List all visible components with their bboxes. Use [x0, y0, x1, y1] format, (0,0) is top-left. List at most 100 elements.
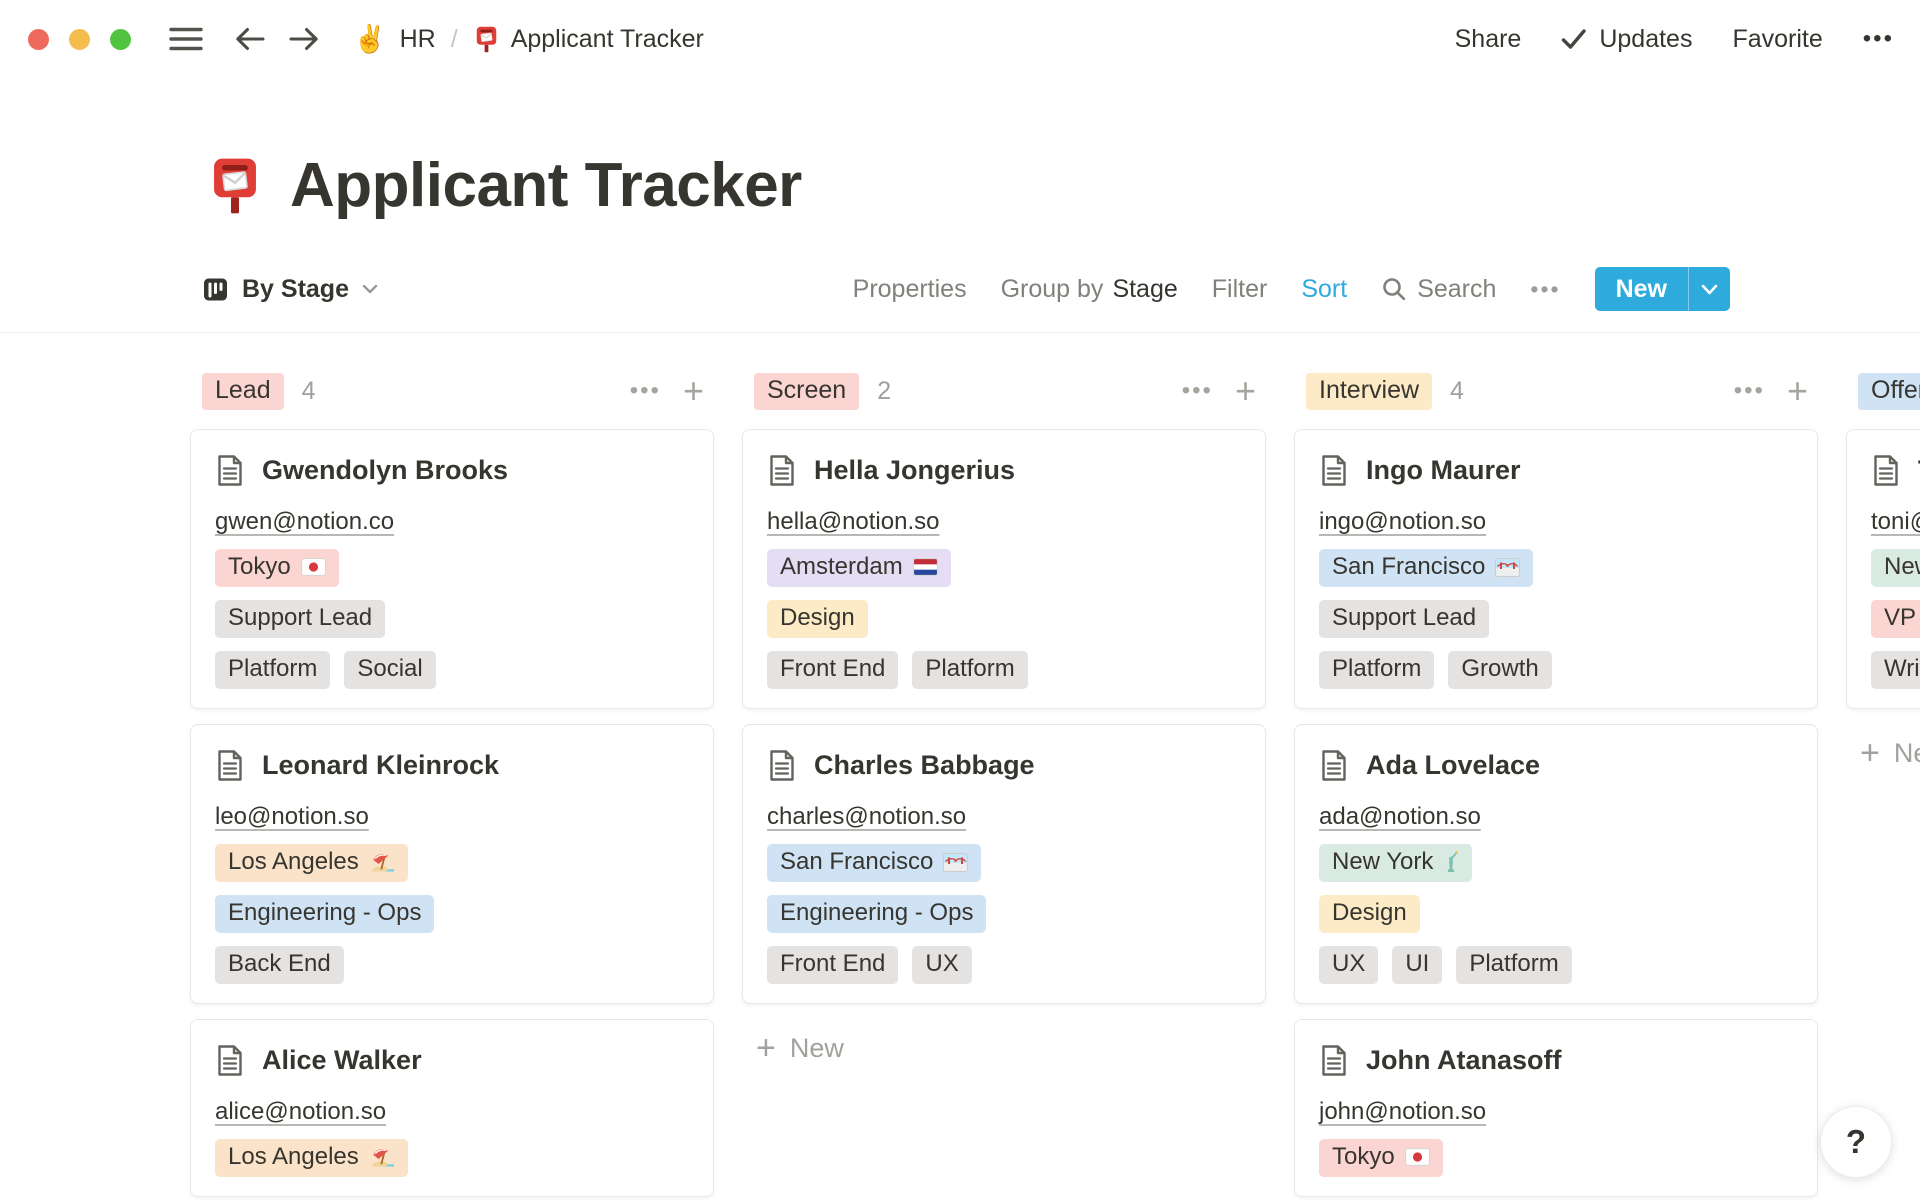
sort-button[interactable]: Sort: [1301, 275, 1347, 304]
board-view-icon: [202, 276, 229, 303]
column-name-tag[interactable]: Interview: [1306, 373, 1432, 410]
tag-platform: Platform: [1456, 946, 1571, 984]
column-count: 4: [1450, 377, 1464, 406]
tag-row: PlatformSocial: [215, 651, 689, 689]
card-title-row: Ada Lovelace: [1319, 749, 1793, 782]
topbar-more-button[interactable]: •••: [1863, 25, 1894, 53]
mailbox-icon: [473, 25, 500, 54]
updates-button[interactable]: Updates: [1561, 25, 1692, 54]
chevron-down-icon: [362, 284, 378, 294]
board-column-lead: Lead4•••+Gwendolyn Brooksgwen@notion.coT…: [190, 373, 714, 1197]
tag-row: New: [1871, 549, 1920, 587]
page-title-row: Applicant Tracker: [206, 150, 1920, 221]
card[interactable]: Ada Lovelaceada@notion.soNew YorkDesignU…: [1294, 724, 1818, 1004]
column-name-tag[interactable]: Lead: [202, 373, 284, 410]
tag-row: Support Lead: [215, 600, 689, 638]
breadcrumb-workspace[interactable]: HR: [400, 25, 436, 54]
tag-front-end: Front End: [767, 651, 898, 689]
page-icon-mailbox[interactable]: [206, 155, 264, 217]
tag-platform: Platform: [912, 651, 1027, 689]
tag-engineering-ops: Engineering - Ops: [767, 895, 986, 933]
card[interactable]: Hella Jongeriushella@notion.soAmsterdamD…: [742, 429, 1266, 709]
column-name-tag[interactable]: Screen: [754, 373, 859, 410]
share-button[interactable]: Share: [1455, 25, 1522, 54]
group-by-value: Stage: [1112, 275, 1177, 304]
tag-new-york: New York: [1319, 844, 1472, 882]
filter-button[interactable]: Filter: [1212, 275, 1268, 304]
column-more-button[interactable]: •••: [1182, 377, 1213, 405]
tag-growth: Growth: [1448, 651, 1551, 689]
beach-umbrella-icon: [369, 1147, 395, 1168]
card-title-row: Hella Jongerius: [767, 454, 1241, 487]
column-add-button[interactable]: +: [683, 373, 704, 409]
board-column-interview: Interview 4 ••• + Ingo Maureringo@notion.soS…: [1294, 373, 1818, 1197]
tag-los-angeles: Los Angeles: [215, 1139, 408, 1177]
page-title[interactable]: Applicant Tracker: [290, 150, 802, 221]
column-add-button[interactable]: +: [1787, 373, 1808, 409]
toolbar-divider: [0, 332, 1920, 333]
new-dropdown-button[interactable]: [1688, 267, 1730, 311]
tag-support-lead: Support Lead: [1319, 600, 1489, 638]
back-arrow-icon[interactable]: [233, 24, 267, 54]
help-button[interactable]: ?: [1820, 1106, 1892, 1178]
properties-button[interactable]: Properties: [853, 275, 967, 304]
statue-of-liberty-icon: [1443, 851, 1459, 873]
breadcrumb: ✌️ HR / Applicant Tracker: [353, 23, 704, 55]
card[interactable]: Gwendolyn Brooksgwen@notion.coTokyoSuppo…: [190, 429, 714, 709]
tag-amsterdam: Amsterdam: [767, 549, 951, 587]
breadcrumb-page[interactable]: Applicant Tracker: [473, 25, 704, 54]
add-card-button[interactable]: +New: [742, 1031, 1266, 1065]
window-zoom-button[interactable]: [110, 29, 131, 50]
breadcrumb-page-title: Applicant Tracker: [511, 25, 704, 54]
window-close-button[interactable]: [28, 29, 49, 50]
tag-vp: VP: [1871, 600, 1920, 638]
window-minimize-button[interactable]: [69, 29, 90, 50]
tag-row: San Francisco: [1319, 549, 1793, 587]
page-icon: [767, 454, 797, 487]
new-button[interactable]: New: [1595, 267, 1730, 311]
column-more-button[interactable]: •••: [630, 377, 661, 405]
card[interactable]: Leonard Kleinrockleo@notion.soLos Angele…: [190, 724, 714, 1004]
tag-platform: Platform: [215, 651, 330, 689]
sidebar-menu-icon[interactable]: [169, 26, 203, 52]
favorite-button[interactable]: Favorite: [1732, 25, 1822, 54]
add-card-button[interactable]: +New: [1846, 736, 1920, 770]
workspace-emoji-icon: ✌️: [353, 23, 387, 55]
card-title-row: Alice Walker: [215, 1044, 689, 1077]
column-add-button[interactable]: +: [1235, 373, 1256, 409]
tag-design: Design: [767, 600, 868, 638]
card-email: john@notion.so: [1319, 1098, 1486, 1126]
tag-row: Front End Platform: [767, 651, 1241, 689]
tag-ux: UX: [912, 946, 971, 984]
card-title-row: Leonard Kleinrock: [215, 749, 689, 782]
column-name-tag[interactable]: Offer: [1858, 373, 1920, 410]
japan-flag-icon: [1405, 1148, 1430, 1166]
column-more-button[interactable]: •••: [1734, 377, 1765, 405]
card-title-row: John Atanasoff: [1319, 1044, 1793, 1077]
card[interactable]: John Atanasoff john@notion.so Tokyo: [1294, 1019, 1818, 1197]
plus-icon: +: [1860, 736, 1880, 770]
forward-arrow-icon[interactable]: [287, 24, 321, 54]
column-header: Offer•••+: [1846, 373, 1920, 409]
fog-bridge-icon: [943, 853, 968, 872]
tag-row: Los Angeles: [215, 1139, 689, 1177]
tag-row: Back End: [215, 946, 689, 984]
toolbar-more-button[interactable]: •••: [1530, 276, 1560, 303]
tag-tokyo: Tokyo: [1319, 1139, 1443, 1177]
tag-san-francisco: San Francisco: [767, 844, 981, 882]
card-name: Hella Jongerius: [814, 455, 1015, 486]
card-email: ada@notion.so: [1319, 803, 1481, 831]
card[interactable]: Alice Walkeralice@notion.soLos Angeles: [190, 1019, 714, 1197]
tag-row: Front EndUX: [767, 946, 1241, 984]
card-email: toni@: [1871, 508, 1920, 536]
tag-row: UXUIPlatform: [1319, 946, 1793, 984]
card[interactable]: Ingo Maureringo@notion.soSan FranciscoSu…: [1294, 429, 1818, 709]
card-name: Ingo Maurer: [1366, 455, 1521, 486]
card[interactable]: Charles Babbagecharles@notion.soSan Fran…: [742, 724, 1266, 1004]
group-by-button[interactable]: Group by Stage: [1001, 275, 1178, 304]
card-name: Gwendolyn Brooks: [262, 455, 508, 486]
search-button[interactable]: Search: [1381, 275, 1496, 304]
view-switcher[interactable]: By Stage: [202, 275, 378, 304]
tag-row: Engineering - Ops: [215, 895, 689, 933]
card[interactable]: Ttoni@NewVPWrit: [1846, 429, 1920, 709]
